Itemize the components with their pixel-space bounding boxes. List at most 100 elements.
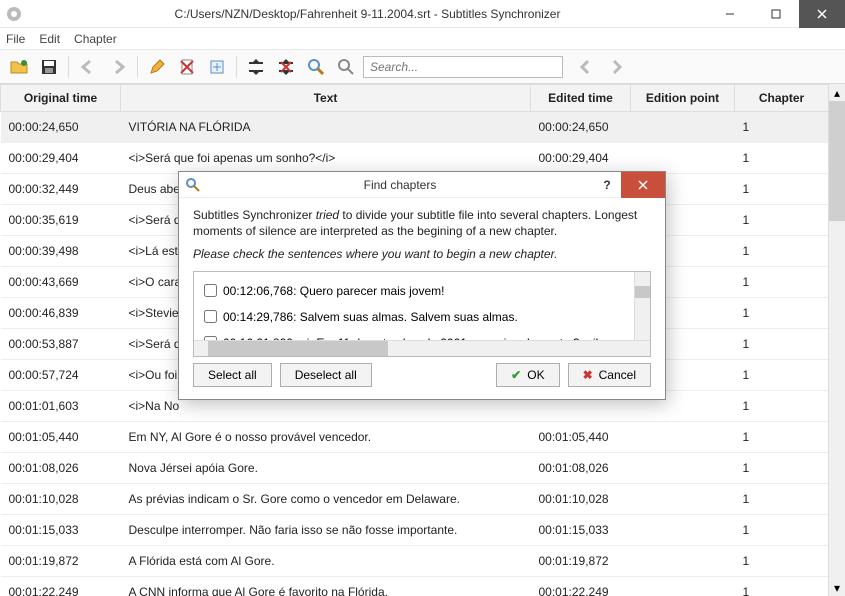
cell-edited-time[interactable]: 00:01:05,440 xyxy=(531,422,631,453)
header-edited-time[interactable]: Edited time xyxy=(531,85,631,112)
scroll-down-icon[interactable]: ▾ xyxy=(829,579,845,596)
cell-original-time[interactable]: 00:01:01,603 xyxy=(1,391,121,422)
ok-button[interactable]: ✔OK xyxy=(496,363,559,387)
cell-chapter[interactable]: 1 xyxy=(735,329,829,360)
cell-edited-time[interactable]: 00:00:24,650 xyxy=(531,112,631,143)
table-vertical-scrollbar[interactable]: ▴ ▾ xyxy=(828,84,845,596)
cell-edited-time[interactable]: 00:01:10,028 xyxy=(531,484,631,515)
list-horizontal-scrollbar[interactable] xyxy=(194,340,650,356)
cell-original-time[interactable]: 00:01:05,440 xyxy=(1,422,121,453)
edit-icon[interactable] xyxy=(144,54,170,80)
cell-chapter[interactable]: 1 xyxy=(735,205,829,236)
delete-edition-point-icon[interactable] xyxy=(174,54,200,80)
cell-original-time[interactable]: 00:01:19,872 xyxy=(1,546,121,577)
cell-text[interactable]: Em NY, Al Gore é o nosso provável venced… xyxy=(121,422,531,453)
table-row[interactable]: 00:01:22,249A CNN informa que Al Gore é … xyxy=(1,577,829,596)
cell-text[interactable]: Desculpe interromper. Não faria isso se … xyxy=(121,515,531,546)
list-vertical-scrollbar[interactable] xyxy=(634,272,650,342)
cell-edited-time[interactable]: 00:01:08,026 xyxy=(531,453,631,484)
search-next-icon[interactable] xyxy=(603,54,629,80)
header-original-time[interactable]: Original time xyxy=(1,85,121,112)
cell-original-time[interactable]: 00:00:35,619 xyxy=(1,205,121,236)
close-button[interactable] xyxy=(799,0,845,28)
cell-text[interactable]: As prévias indicam o Sr. Gore como o ven… xyxy=(121,484,531,515)
cell-chapter[interactable]: 1 xyxy=(735,546,829,577)
maximize-button[interactable] xyxy=(753,0,799,28)
cell-edition-point[interactable] xyxy=(631,453,735,484)
cell-chapter[interactable]: 1 xyxy=(735,515,829,546)
cell-original-time[interactable]: 00:01:15,033 xyxy=(1,515,121,546)
search-input[interactable] xyxy=(363,56,563,78)
table-row[interactable]: 00:01:10,028As prévias indicam o Sr. Gor… xyxy=(1,484,829,515)
adjust-icon[interactable] xyxy=(204,54,230,80)
nav-back-icon[interactable] xyxy=(75,54,101,80)
cell-chapter[interactable]: 1 xyxy=(735,453,829,484)
nav-forward-icon[interactable] xyxy=(105,54,131,80)
chapter-checkbox[interactable] xyxy=(204,284,217,297)
header-chapter[interactable]: Chapter xyxy=(735,85,829,112)
minimize-button[interactable] xyxy=(707,0,753,28)
save-icon[interactable] xyxy=(36,54,62,80)
header-text[interactable]: Text xyxy=(121,85,531,112)
search-icon[interactable] xyxy=(333,54,359,80)
cell-original-time[interactable]: 00:00:29,404 xyxy=(1,143,121,174)
cell-chapter[interactable]: 1 xyxy=(735,143,829,174)
deselect-all-button[interactable]: Deselect all xyxy=(280,363,372,387)
cell-text[interactable]: A CNN informa que Al Gore é favorito na … xyxy=(121,577,531,596)
cell-edition-point[interactable] xyxy=(631,143,735,174)
cell-edition-point[interactable] xyxy=(631,422,735,453)
cell-chapter[interactable]: 1 xyxy=(735,298,829,329)
search-prev-icon[interactable] xyxy=(573,54,599,80)
scroll-up-icon[interactable]: ▴ xyxy=(829,84,845,101)
cell-edition-point[interactable] xyxy=(631,112,735,143)
cell-original-time[interactable]: 00:01:10,028 xyxy=(1,484,121,515)
cell-edition-point[interactable] xyxy=(631,484,735,515)
table-row[interactable]: 00:00:24,650VITÓRIA NA FLÓRIDA00:00:24,6… xyxy=(1,112,829,143)
open-file-icon[interactable] xyxy=(6,54,32,80)
dialog-help-button[interactable]: ? xyxy=(593,178,621,192)
cell-original-time[interactable]: 00:00:57,724 xyxy=(1,360,121,391)
cell-chapter[interactable]: 1 xyxy=(735,267,829,298)
cell-chapter[interactable]: 1 xyxy=(735,484,829,515)
cell-chapter[interactable]: 1 xyxy=(735,577,829,596)
cell-edited-time[interactable]: 00:01:19,872 xyxy=(531,546,631,577)
list-item[interactable]: 00:14:29,786: Salvem suas almas. Salvem … xyxy=(200,304,644,330)
cell-edited-time[interactable]: 00:00:29,404 xyxy=(531,143,631,174)
cell-text[interactable]: <i>Será que foi apenas um sonho?</i> xyxy=(121,143,531,174)
cell-text[interactable]: VITÓRIA NA FLÓRIDA xyxy=(121,112,531,143)
cell-original-time[interactable]: 00:00:32,449 xyxy=(1,174,121,205)
table-row[interactable]: 00:01:05,440Em NY, Al Gore é o nosso pro… xyxy=(1,422,829,453)
cell-chapter[interactable]: 1 xyxy=(735,174,829,205)
cell-edition-point[interactable] xyxy=(631,515,735,546)
scroll-thumb[interactable] xyxy=(829,101,845,221)
menu-file[interactable]: File xyxy=(6,32,25,46)
remove-chapter-icon[interactable] xyxy=(273,54,299,80)
menu-chapter[interactable]: Chapter xyxy=(74,32,117,46)
table-row[interactable]: 00:01:15,033Desculpe interromper. Não fa… xyxy=(1,515,829,546)
table-row[interactable]: 00:01:19,872A Flórida está com Al Gore.0… xyxy=(1,546,829,577)
find-chapters-icon[interactable] xyxy=(303,54,329,80)
cell-chapter[interactable]: 1 xyxy=(735,360,829,391)
cell-chapter[interactable]: 1 xyxy=(735,112,829,143)
menu-edit[interactable]: Edit xyxy=(39,32,60,46)
split-chapter-icon[interactable] xyxy=(243,54,269,80)
cancel-button[interactable]: ✖Cancel xyxy=(568,363,651,387)
cell-original-time[interactable]: 00:00:53,887 xyxy=(1,329,121,360)
cell-text[interactable]: Nova Jérsei apóia Gore. xyxy=(121,453,531,484)
cell-original-time[interactable]: 00:00:39,498 xyxy=(1,236,121,267)
chapter-checkbox[interactable] xyxy=(204,310,217,323)
cell-original-time[interactable]: 00:01:08,026 xyxy=(1,453,121,484)
cell-original-time[interactable]: 00:00:46,839 xyxy=(1,298,121,329)
table-row[interactable]: 00:01:08,026Nova Jérsei apóia Gore.00:01… xyxy=(1,453,829,484)
cell-original-time[interactable]: 00:00:43,669 xyxy=(1,267,121,298)
list-item[interactable]: 00:12:06,768: Quero parecer mais jovem! xyxy=(200,278,644,304)
dialog-close-button[interactable] xyxy=(621,172,665,198)
cell-text[interactable]: A Flórida está com Al Gore. xyxy=(121,546,531,577)
cell-original-time[interactable]: 00:00:24,650 xyxy=(1,112,121,143)
cell-chapter[interactable]: 1 xyxy=(735,391,829,422)
select-all-button[interactable]: Select all xyxy=(193,363,272,387)
cell-edition-point[interactable] xyxy=(631,546,735,577)
cell-chapter[interactable]: 1 xyxy=(735,236,829,267)
cell-edition-point[interactable] xyxy=(631,577,735,596)
cell-original-time[interactable]: 00:01:22,249 xyxy=(1,577,121,596)
